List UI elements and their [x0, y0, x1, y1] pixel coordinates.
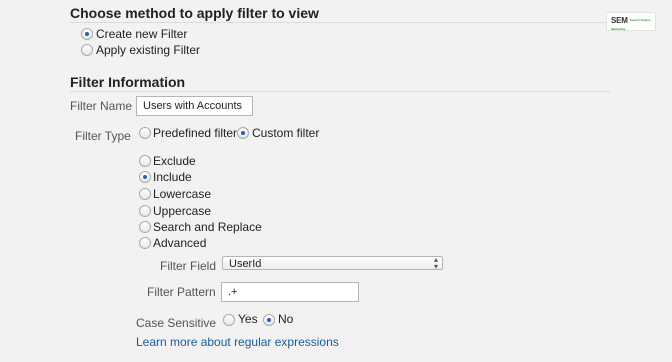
- search-and-replace-radio[interactable]: [139, 221, 151, 233]
- uppercase-radio[interactable]: [139, 205, 151, 217]
- case-yes-radio[interactable]: [223, 314, 235, 326]
- predefined-filter-label[interactable]: Predefined filter: [153, 126, 237, 140]
- regex-help-link[interactable]: Learn more about regular expressions: [136, 335, 339, 349]
- search-and-replace-label[interactable]: Search and Replace: [153, 220, 262, 234]
- lowercase-radio[interactable]: [139, 188, 151, 200]
- case-no-radio[interactable]: [263, 314, 275, 326]
- case-no-label[interactable]: No: [278, 312, 293, 326]
- filter-field-label: Filter Field: [160, 259, 217, 273]
- create-new-filter-label[interactable]: Create new Filter: [96, 27, 187, 41]
- predefined-filter-radio[interactable]: [139, 127, 151, 139]
- filter-name-label: Filter Name: [70, 99, 133, 113]
- custom-filter-label[interactable]: Custom filter: [252, 126, 319, 140]
- select-arrows-icon: ▴ ▾: [433, 255, 438, 271]
- exclude-label[interactable]: Exclude: [153, 154, 196, 168]
- lowercase-label[interactable]: Lowercase: [153, 187, 211, 201]
- include-label[interactable]: Include: [153, 170, 192, 184]
- logo-text: SEM: [611, 16, 628, 25]
- custom-filter-radio[interactable]: [237, 127, 249, 139]
- filter-field-select[interactable]: UserId ▴ ▾: [222, 255, 443, 271]
- filter-type-label: Filter Type: [75, 129, 131, 143]
- filter-pattern-input[interactable]: .+: [221, 282, 359, 302]
- sem-logo: SEM Search Engine Marketing: [606, 12, 656, 31]
- apply-existing-filter-radio[interactable]: [81, 44, 93, 56]
- filter-field-value: UserId: [229, 258, 262, 270]
- info-divider: [70, 91, 610, 92]
- filter-info-title: Filter Information: [70, 74, 186, 90]
- case-sensitive-label: Case Sensitive: [136, 316, 217, 330]
- apply-existing-filter-label[interactable]: Apply existing Filter: [96, 43, 200, 57]
- include-radio[interactable]: [139, 171, 151, 183]
- advanced-radio[interactable]: [139, 237, 151, 249]
- create-new-filter-radio[interactable]: [81, 28, 93, 40]
- case-yes-label[interactable]: Yes: [238, 312, 258, 326]
- filter-name-input[interactable]: Users with Accounts: [136, 96, 253, 116]
- method-divider: [70, 22, 610, 23]
- method-section-title: Choose method to apply filter to view: [70, 5, 319, 21]
- exclude-radio[interactable]: [139, 155, 151, 167]
- uppercase-label[interactable]: Uppercase: [153, 204, 211, 218]
- filter-pattern-label: Filter Pattern: [147, 285, 216, 299]
- advanced-label[interactable]: Advanced: [153, 236, 206, 250]
